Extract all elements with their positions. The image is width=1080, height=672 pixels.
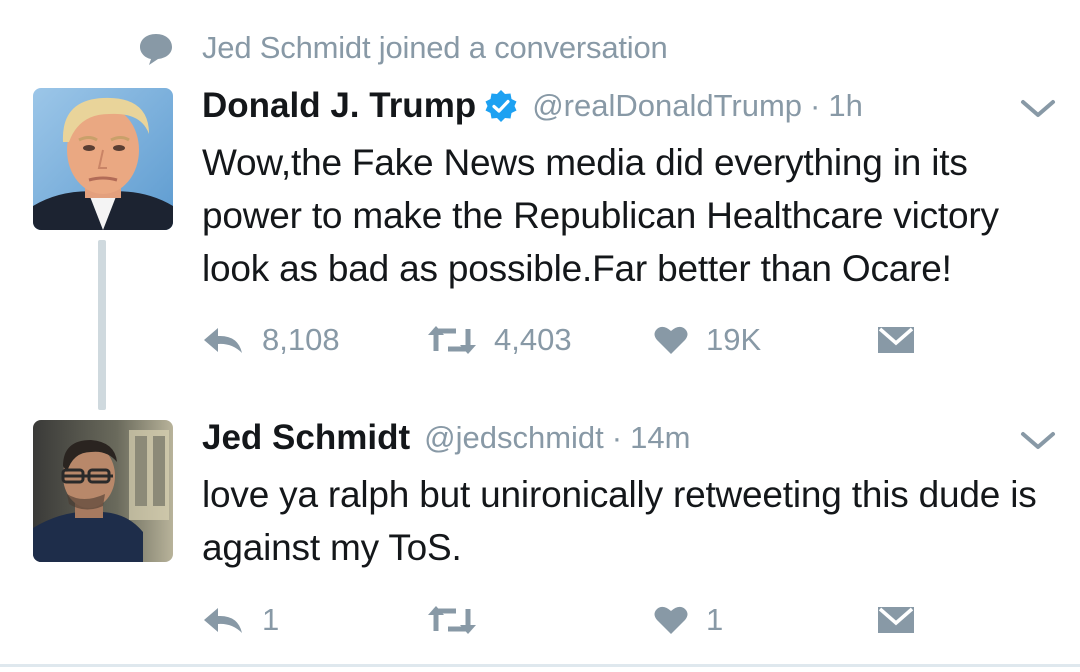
- separator-dot: ·: [810, 88, 821, 123]
- reply-icon: [204, 328, 242, 353]
- tweet-text: Wow,the Fake News media did everything i…: [202, 142, 999, 289]
- speech-bubble-icon: [140, 34, 172, 65]
- avatar-jed-schmidt[interactable]: [33, 420, 173, 562]
- context-text: Jed Schmidt joined a conversation: [202, 30, 668, 65]
- envelope-icon: [878, 327, 914, 353]
- reply-button[interactable]: 1: [202, 598, 279, 642]
- chevron-down-icon[interactable]: [1018, 428, 1058, 454]
- like-button[interactable]: 19K: [654, 318, 761, 362]
- timestamp[interactable]: 1h: [828, 88, 862, 124]
- direct-message-button[interactable]: [878, 318, 914, 362]
- heart-icon: [654, 606, 688, 634]
- retweet-icon: [428, 606, 476, 634]
- handle[interactable]: @jedschmidt: [424, 420, 604, 456]
- verified-badge-icon: [485, 90, 517, 122]
- tweet-header: Donald J. Trump @realDonaldTrump · 1h: [202, 81, 863, 131]
- heart-icon: [654, 326, 688, 354]
- reply-count: 8,108: [262, 322, 340, 357]
- tweet-actions: 8,108 4,403 19K: [202, 318, 942, 362]
- thread-line: [98, 240, 106, 410]
- divider: [0, 664, 1080, 667]
- like-count: 1: [706, 602, 724, 637]
- tweet-actions: 1 1: [202, 598, 942, 642]
- envelope-icon: [878, 607, 914, 633]
- retweet-count: 4,403: [494, 322, 572, 357]
- reply-icon: [204, 608, 242, 633]
- reply-button[interactable]: 8,108: [202, 318, 340, 362]
- retweet-button[interactable]: [428, 598, 494, 642]
- tweet-header: Jed Schmidt @jedschmidt · 14m: [202, 413, 690, 463]
- chevron-down-icon[interactable]: [1018, 96, 1058, 122]
- like-button[interactable]: 1: [654, 598, 723, 642]
- avatar-trump[interactable]: [33, 88, 173, 230]
- like-count: 19K: [706, 322, 762, 357]
- display-name[interactable]: Donald J. Trump: [202, 86, 476, 126]
- separator-dot: ·: [611, 420, 623, 455]
- handle[interactable]: @realDonaldTrump: [532, 88, 802, 124]
- display-name[interactable]: Jed Schmidt: [202, 418, 410, 458]
- direct-message-button[interactable]: [878, 598, 914, 642]
- retweet-icon: [428, 326, 476, 354]
- tweet-text: love ya ralph but unironically retweetin…: [202, 474, 1037, 568]
- avatar-image: [33, 420, 173, 562]
- avatar-image: [33, 88, 173, 230]
- timestamp[interactable]: 14m: [630, 420, 690, 456]
- retweet-button[interactable]: 4,403: [428, 318, 572, 362]
- reply-count: 1: [262, 602, 280, 637]
- conversation-context[interactable]: Jed Schmidt joined a conversation: [138, 28, 668, 68]
